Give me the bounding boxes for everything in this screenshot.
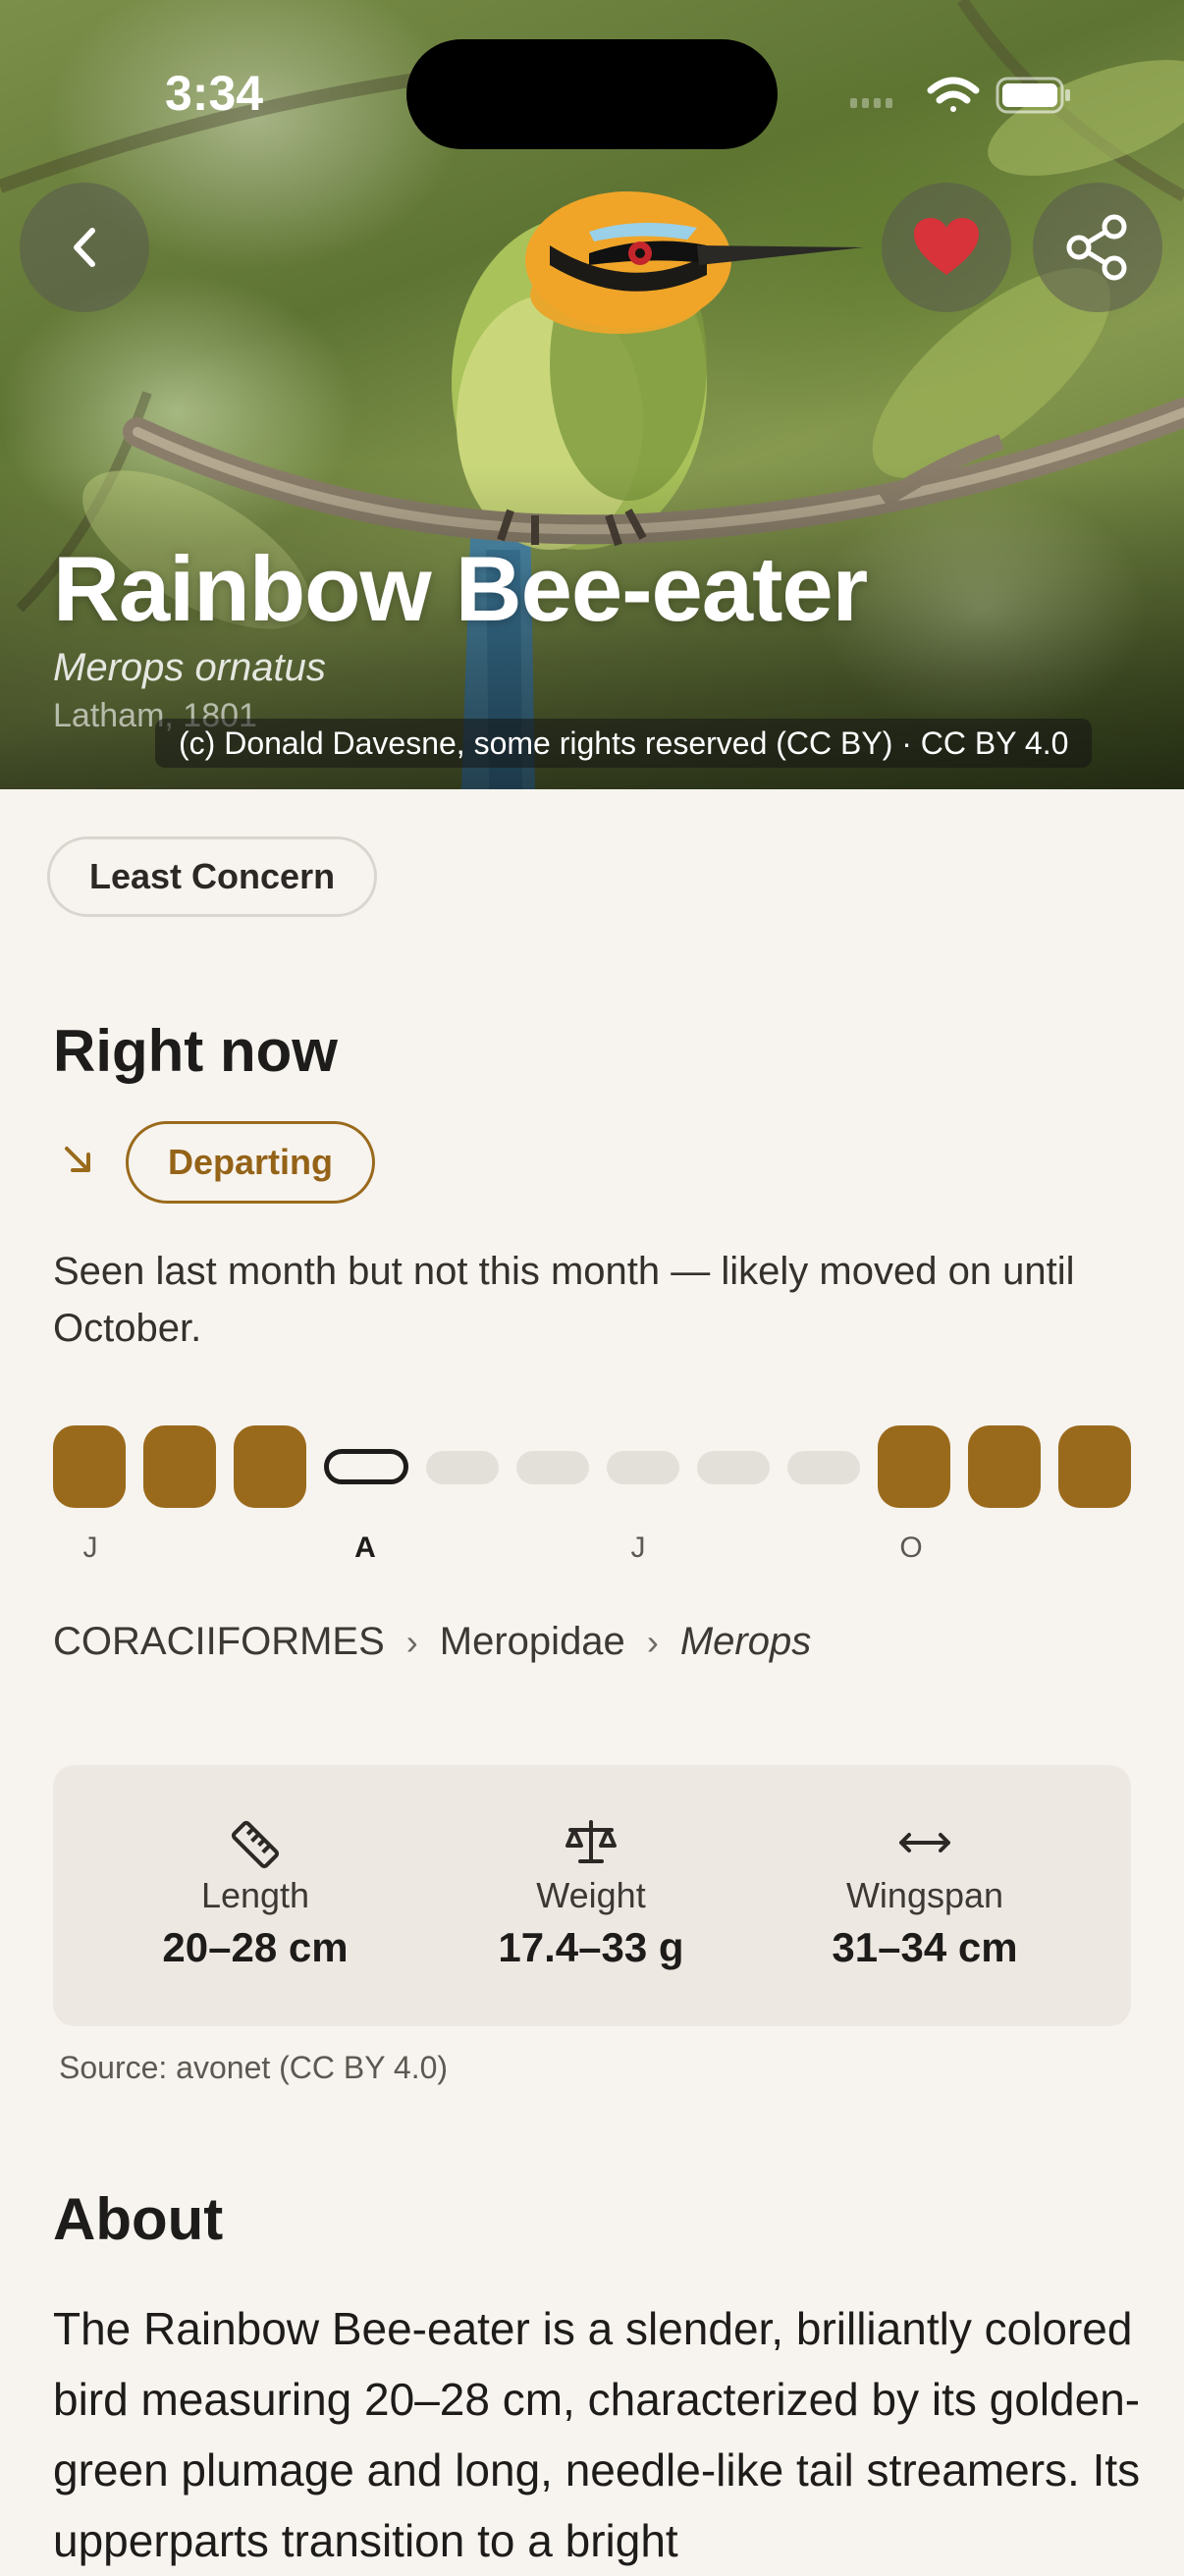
favorite-button[interactable] xyxy=(882,183,1011,312)
measure-value: 17.4–33 g xyxy=(498,1924,684,1970)
about-text: The Rainbow Bee-eater is a slender, bril… xyxy=(53,2303,1141,2566)
month-dec xyxy=(1058,1425,1131,1508)
month-sep xyxy=(787,1451,860,1484)
month-feb xyxy=(143,1425,216,1508)
chevron-left-icon xyxy=(74,228,95,267)
measure-wingspan: Wingspan 31–34 cm xyxy=(778,1765,1072,2026)
measure-label: Wingspan xyxy=(845,1875,1004,1915)
taxonomy-genus[interactable]: Merops xyxy=(680,1620,811,1663)
measure-value: 31–34 cm xyxy=(832,1924,1018,1970)
back-button[interactable] xyxy=(20,183,149,312)
scale-icon xyxy=(565,1820,617,1863)
month-jun xyxy=(516,1451,589,1484)
share-icon xyxy=(1066,214,1127,281)
right-now-description: Seen last month but not this month — lik… xyxy=(53,1250,1075,1350)
wifi-icon xyxy=(927,77,980,112)
taxonomy-order[interactable]: CORACIIFORMES xyxy=(53,1620,385,1663)
cellular-signal-icon xyxy=(850,98,892,108)
breadcrumb-separator: › xyxy=(646,1622,659,1662)
measurements-source: Source: avonet (CC BY 4.0) xyxy=(59,2050,449,2085)
measure-label: Length xyxy=(200,1875,310,1915)
dynamic-island xyxy=(406,39,778,149)
month-mar xyxy=(234,1425,306,1508)
measure-weight: Weight 17.4–33 g xyxy=(444,1765,738,2026)
status-time: 3:34 xyxy=(165,66,264,121)
month-label: J xyxy=(630,1531,646,1564)
month-oct xyxy=(878,1425,950,1508)
about-heading: About xyxy=(53,2186,224,2252)
scientific-name: Merops ornatus xyxy=(53,646,326,689)
ruler-icon xyxy=(231,1820,280,1869)
wingspan-icon xyxy=(899,1833,950,1852)
month-aug xyxy=(697,1451,770,1484)
month-label-current: A xyxy=(354,1531,376,1564)
share-button[interactable] xyxy=(1033,183,1162,312)
month-jul xyxy=(607,1451,679,1484)
measure-value: 20–28 cm xyxy=(162,1924,349,1970)
month-label: J xyxy=(82,1531,98,1564)
photo-credit: (c) Donald Davesne, some rights reserved… xyxy=(155,719,1093,768)
conservation-status-badge[interactable]: Least Concern xyxy=(47,836,378,917)
month-apr-current xyxy=(324,1449,408,1484)
measure-label: Weight xyxy=(536,1875,646,1915)
taxonomy-breadcrumb: CORACIIFORMES › Meropidae › Merops xyxy=(53,1620,811,1664)
arrow-down-right-icon xyxy=(65,1147,90,1172)
measure-length: Length 20–28 cm xyxy=(108,1765,403,2026)
battery-icon xyxy=(996,77,1070,114)
breadcrumb-separator: › xyxy=(405,1622,418,1662)
status-icons xyxy=(850,77,1070,114)
heart-icon xyxy=(914,218,979,275)
measurements-card: Length 20–28 cm Weight 17.4–33 g Wingspa… xyxy=(53,1765,1131,2026)
right-now-heading: Right now xyxy=(53,1018,338,1084)
species-title: Rainbow Bee-eater xyxy=(53,537,868,640)
taxonomy-family[interactable]: Meropidae xyxy=(440,1620,625,1663)
monthly-presence-bar xyxy=(53,1425,1133,1508)
month-nov xyxy=(968,1425,1041,1508)
month-jan xyxy=(53,1425,126,1508)
month-may xyxy=(426,1451,499,1484)
departing-badge: Departing xyxy=(126,1121,376,1204)
hero-image: 3:34 Rainbow Bee-eater Merops ornatus La… xyxy=(0,0,1184,789)
month-label: O xyxy=(899,1531,923,1564)
